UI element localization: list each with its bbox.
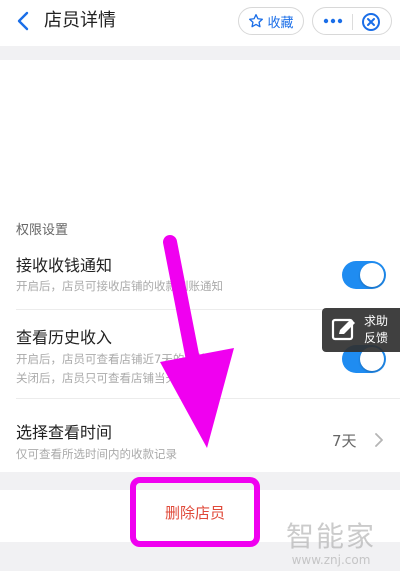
row-desc-select-time: 仅可查看所选时间内的收款记录 [16,447,177,461]
toggle-receive-notification[interactable] [342,261,386,289]
mini-program-capsule [312,7,392,35]
delete-staff-label: 删除店员 [164,503,225,522]
close-icon[interactable] [361,12,381,32]
watermark-text: 智能家 [285,520,376,553]
toggle-knob [360,263,384,287]
row-title-select-time[interactable]: 选择查看时间 [16,419,112,443]
watermark: 智能家 www.znj.com [274,520,388,568]
time-range-value[interactable]: 7天 [332,430,357,451]
row-desc-receive-notification: 开启后，店员可接收店铺的收款到账通知 [16,279,223,293]
help-feedback-label: 求助 反馈 [364,313,396,347]
capsule-divider [352,14,353,30]
section-label: 权限设置 [16,223,69,238]
edit-note-icon [331,318,355,341]
row-desc-view-history: 开启后，店员可查看店铺近7天的收款记录 [16,352,231,366]
row-title-receive-notification: 接收收钱通知 [16,256,113,275]
back-arrow-icon[interactable] [12,9,36,33]
help-label-line-1: 求助 [364,314,389,328]
row-desc-view-history-2: 关闭后，店员只可查看店铺当天的收入 [16,371,212,385]
delete-staff-button[interactable]: 删除店员 [130,477,260,547]
chevron-right-icon[interactable] [373,432,385,448]
top-bar: 店员详情 收藏 [0,0,400,46]
star-icon [249,14,264,28]
help-label-line-2: 反馈 [364,331,389,345]
row-title-view-history: 查看历史收入 [16,328,113,347]
watermark-url: www.znj.com [291,553,371,567]
row-divider [16,398,400,399]
favorite-label: 收藏 [267,15,294,31]
more-icon[interactable] [322,13,344,29]
content-area [0,60,400,210]
favorite-button[interactable]: 收藏 [238,7,304,35]
page-title: 店员详情 [44,10,116,31]
help-feedback-button[interactable]: 求助 反馈 [322,308,400,352]
